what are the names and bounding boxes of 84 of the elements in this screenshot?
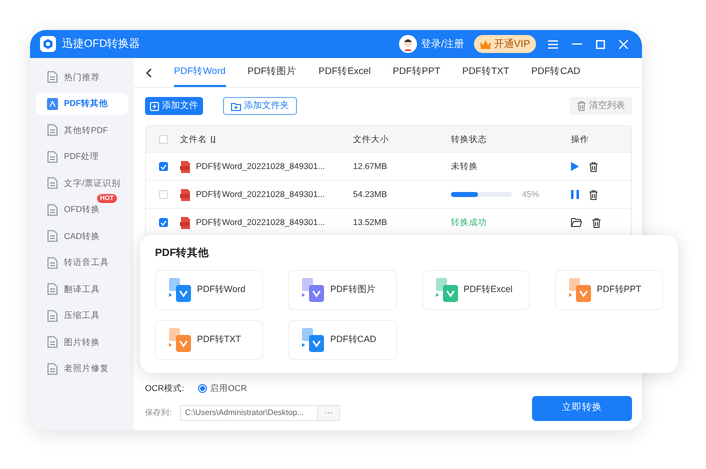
folder-plus-icon xyxy=(231,102,241,110)
sidebar-item[interactable]: 其他转PDF xyxy=(36,119,128,141)
crown-icon xyxy=(480,40,491,48)
sidebar-item[interactable]: 老照片修复 xyxy=(36,358,128,380)
window-title: 迅捷OFD转换器 xyxy=(62,36,140,52)
document-icon xyxy=(47,283,58,295)
document-icon xyxy=(47,256,58,268)
trash-icon[interactable] xyxy=(589,162,598,172)
conversion-option[interactable]: PDF转PPT xyxy=(554,270,663,310)
maximize-icon[interactable] xyxy=(596,40,605,48)
document-icon xyxy=(47,98,58,110)
document-icon xyxy=(47,362,58,374)
conversion-option[interactable]: PDF转图片 xyxy=(288,270,396,310)
clear-list-button[interactable]: 清空列表 xyxy=(570,97,632,115)
document-icon xyxy=(47,71,58,83)
login-link[interactable]: 登录/注册 xyxy=(421,36,464,52)
save-to-label: 保存到: xyxy=(145,407,172,419)
app-logo-icon xyxy=(40,36,56,52)
column-header: 操作 xyxy=(571,132,589,146)
checkbox[interactable] xyxy=(158,162,168,171)
document-icon xyxy=(47,230,58,242)
progress-percent: 45% xyxy=(522,188,540,201)
sidebar-item[interactable]: 文字/票证识别 xyxy=(36,172,128,194)
tab[interactable]: PDF转PPT xyxy=(392,59,440,87)
pdf-file-icon xyxy=(180,160,191,172)
pdf-file-icon xyxy=(180,216,191,228)
status-text: 转换成功 xyxy=(451,216,487,229)
save-path-field[interactable]: C:\Users\Administrator\Desktop... xyxy=(180,405,318,421)
avatar-icon[interactable] xyxy=(399,35,418,53)
conversion-option[interactable]: PDF转Excel xyxy=(422,270,530,310)
ocr-mode-label: OCR模式: xyxy=(145,382,186,395)
vip-button[interactable]: 开通VIP xyxy=(474,35,536,53)
conversion-option[interactable]: PDF转CAD xyxy=(288,320,396,360)
add-file-button[interactable]: 添加文件 xyxy=(145,97,203,115)
document-icon xyxy=(47,310,58,322)
tab[interactable]: PDF转Excel xyxy=(318,59,371,87)
file-name: PDF转Word_20221028_849301... xyxy=(196,188,325,201)
sort-icon[interactable] xyxy=(210,136,216,142)
checkbox[interactable] xyxy=(158,218,168,227)
status-text: 未转换 xyxy=(451,160,478,173)
sidebar-item[interactable]: 翻译工具 xyxy=(36,278,128,300)
column-header: 转换状态 xyxy=(451,132,487,146)
file-name: PDF转Word_20221028_849301... xyxy=(196,160,325,173)
menu-icon[interactable] xyxy=(548,40,558,48)
document-icon xyxy=(47,177,58,189)
sidebar-item[interactable]: PDF处理 xyxy=(36,146,128,168)
trash-icon xyxy=(577,101,586,111)
column-header: 文件大小 xyxy=(353,132,389,146)
sidebar-item[interactable]: 热门推荐 xyxy=(36,66,128,88)
file-size: 54.23MB xyxy=(353,189,388,200)
document-icon xyxy=(47,124,58,136)
sidebar-item[interactable]: CAD转换 xyxy=(36,225,128,247)
trash-icon[interactable] xyxy=(589,190,598,200)
folder-icon[interactable] xyxy=(571,218,582,227)
sidebar-item[interactable]: 图片转换 xyxy=(36,331,128,353)
column-header[interactable]: 文件名 xyxy=(180,132,207,146)
conversion-option[interactable]: PDF转Word xyxy=(155,270,264,310)
convert-now-button[interactable]: 立即转换 xyxy=(532,396,632,421)
document-icon xyxy=(47,204,58,216)
add-folder-button[interactable]: 添加文件夹 xyxy=(223,97,297,115)
ocr-radio[interactable]: 启用OCR xyxy=(198,382,247,395)
close-icon[interactable] xyxy=(619,40,628,48)
tab[interactable]: PDF转图片 xyxy=(248,59,297,87)
file-name: PDF转Word_20221028_849301... xyxy=(196,216,325,229)
browse-button[interactable]: ··· xyxy=(318,405,340,421)
minimize-icon[interactable] xyxy=(572,43,582,45)
chevron-left-icon xyxy=(146,68,152,78)
tab[interactable]: PDF转Word xyxy=(174,59,226,87)
tab[interactable]: PDF转CAD xyxy=(531,59,580,87)
play-icon[interactable] xyxy=(571,162,579,171)
trash-icon[interactable] xyxy=(592,218,601,228)
sidebar-item[interactable]: 压缩工具 xyxy=(36,304,128,326)
tab[interactable]: PDF转TXT xyxy=(462,59,510,87)
document-icon xyxy=(47,336,58,348)
file-size: 12.67MB xyxy=(353,161,388,172)
pause-icon[interactable] xyxy=(571,190,579,199)
conversion-option[interactable]: PDF转TXT xyxy=(155,320,264,360)
sidebar-item[interactable]: PDF转其他 xyxy=(36,92,128,114)
popup-title: PDF转其他 xyxy=(155,246,210,261)
sidebar-item[interactable]: 转语音工具 xyxy=(36,252,128,274)
pdf-file-icon xyxy=(180,188,191,200)
file-size: 13.52MB xyxy=(353,217,388,228)
add-file-icon xyxy=(150,102,159,110)
document-icon xyxy=(47,150,58,162)
